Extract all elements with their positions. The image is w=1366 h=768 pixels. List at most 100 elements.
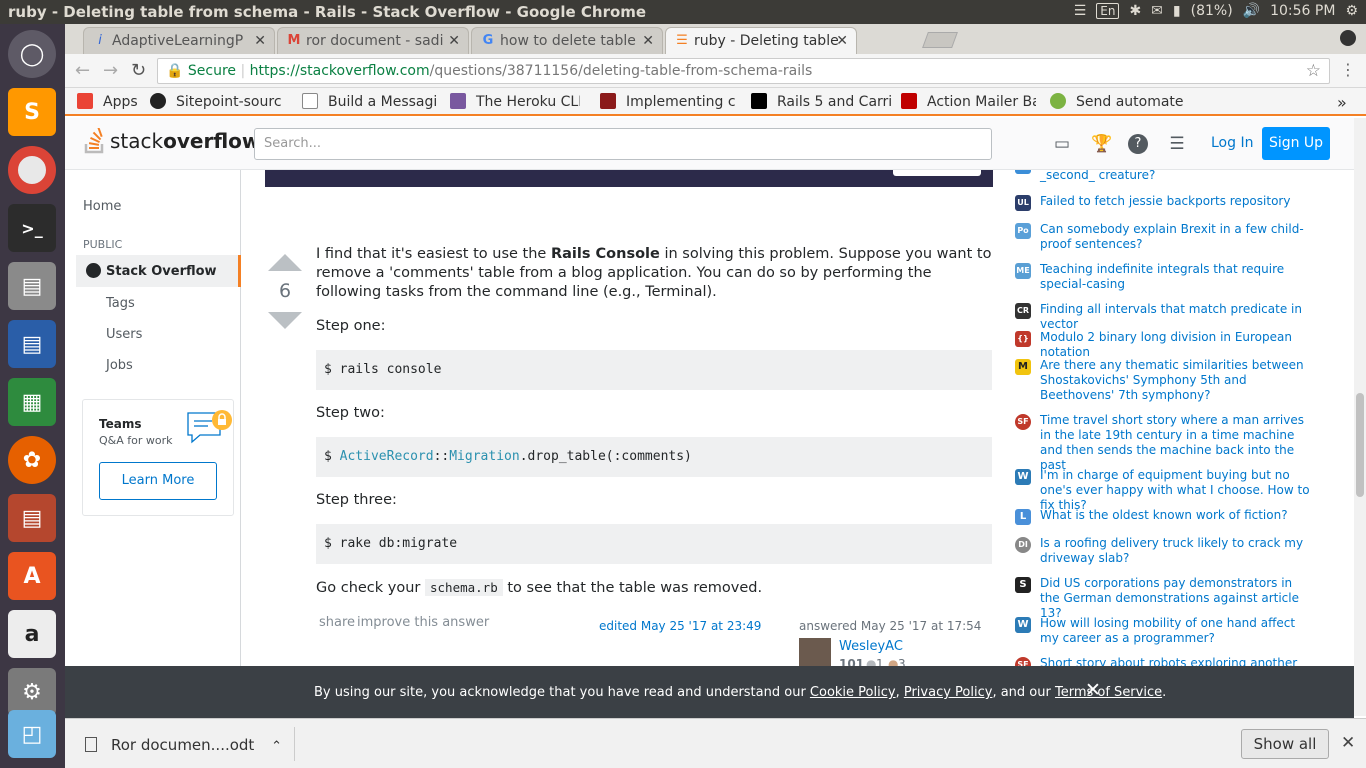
- chevron-up-icon[interactable]: ⌃: [271, 739, 282, 754]
- tab-ror-document[interactable]: M ror document - sadi ✕: [277, 27, 469, 54]
- bookmark-sitepoint[interactable]: Sitepoint-sourc: [150, 93, 290, 110]
- page-scrollbar[interactable]: [1354, 118, 1366, 716]
- close-icon[interactable]: ✕: [836, 33, 848, 49]
- settings-gear-icon[interactable]: ⚙: [1345, 3, 1358, 19]
- nav-home[interactable]: Home: [83, 199, 121, 214]
- hot-question-link[interactable]: What is the oldest known work of fiction…: [1040, 508, 1310, 523]
- ad-banner[interactable]: [265, 170, 993, 187]
- keyboard-language[interactable]: En: [1096, 3, 1120, 19]
- ad-banner-button[interactable]: [893, 170, 981, 176]
- close-icon[interactable]: ✕: [1341, 733, 1355, 753]
- bookmark-implementing[interactable]: Implementing c: [600, 93, 735, 110]
- hot-question-link[interactable]: I'm in charge of equipment buying but no…: [1040, 468, 1310, 513]
- show-all-button[interactable]: Show all: [1241, 729, 1329, 759]
- amazon-icon[interactable]: a: [8, 610, 56, 658]
- hot-question-link[interactable]: Time travel short story where a man arri…: [1040, 413, 1310, 473]
- software-center-icon[interactable]: A: [8, 552, 56, 600]
- so-logo[interactable]: stackoverflow: [84, 128, 260, 154]
- nav-users[interactable]: Users: [106, 327, 142, 342]
- hot-question-link[interactable]: Modulo 2 binary long division in Europea…: [1040, 330, 1310, 360]
- system-settings-icon[interactable]: ⚙: [8, 668, 56, 716]
- chrome-icon[interactable]: [8, 146, 56, 194]
- sublime-text-icon[interactable]: S: [8, 88, 56, 136]
- bookmarks-bar: Apps Sitepoint-sourc Build a Messagi The…: [65, 88, 1366, 116]
- improve-answer-link[interactable]: improve this answer: [357, 615, 489, 630]
- nav-stack-overflow[interactable]: Stack Overflow: [76, 255, 241, 287]
- close-icon[interactable]: ✕: [254, 33, 266, 49]
- files-icon[interactable]: ▤: [8, 262, 56, 310]
- learn-more-button[interactable]: Learn More: [99, 462, 217, 500]
- hot-question-link[interactable]: Did US corporations pay demonstrators in…: [1040, 576, 1310, 621]
- help-icon[interactable]: ?: [1128, 134, 1148, 154]
- workspaces-icon[interactable]: ◰: [8, 710, 56, 758]
- hot-question-link[interactable]: Teaching indefinite integrals that requi…: [1040, 262, 1310, 292]
- close-icon[interactable]: ✕: [1085, 679, 1101, 701]
- answer-outro: Go check your schema.rb to see that the …: [316, 578, 992, 598]
- tab-how-to-delete[interactable]: G how to delete table ✕: [471, 27, 663, 54]
- hot-question-link[interactable]: Finding all intervals that match predica…: [1040, 302, 1310, 332]
- back-arrow-icon[interactable]: ←: [75, 60, 90, 81]
- stack-exchange-icon[interactable]: ☰: [1167, 134, 1187, 154]
- bookmark-apps[interactable]: Apps: [77, 93, 147, 110]
- nav-jobs[interactable]: Jobs: [106, 358, 133, 373]
- bookmark-heroku-cli[interactable]: The Heroku CLI: [450, 93, 580, 110]
- scrollbar-thumb[interactable]: [1356, 393, 1364, 497]
- download-item[interactable]: Ror documen....odt ⌃: [85, 736, 282, 754]
- site-search-input[interactable]: Search...: [254, 128, 992, 160]
- edited-timestamp[interactable]: edited May 25 '17 at 23:49: [599, 619, 761, 633]
- bookmark-build-messaging[interactable]: Build a Messagi: [302, 93, 437, 110]
- tab-adaptive-learning[interactable]: i AdaptiveLearningP ✕: [83, 27, 275, 54]
- volume-icon[interactable]: 🔊: [1243, 3, 1260, 19]
- hot-question-link[interactable]: How will losing mobility of one hand aff…: [1040, 616, 1310, 646]
- upvote-arrow-icon[interactable]: [268, 254, 302, 271]
- impress-icon[interactable]: ▤: [8, 494, 56, 542]
- bookmark-action-mailer[interactable]: Action Mailer Ba: [901, 93, 1036, 110]
- url-field[interactable]: 🔒 Secure | https://stackoverflow.com/que…: [157, 58, 1330, 84]
- nav-tags[interactable]: Tags: [106, 296, 135, 311]
- hot-question-link[interactable]: Is a roofing delivery truck likely to cr…: [1040, 536, 1310, 566]
- writer-icon[interactable]: ▤: [8, 320, 56, 368]
- reload-icon[interactable]: ↻: [131, 60, 146, 81]
- bluetooth-icon[interactable]: ✱: [1129, 3, 1141, 19]
- forward-arrow-icon[interactable]: →: [103, 60, 118, 81]
- firefox-icon[interactable]: ✿: [8, 436, 56, 484]
- inbox-icon[interactable]: ▭: [1052, 134, 1072, 154]
- ubuntu-dash-icon[interactable]: ◯: [8, 30, 56, 78]
- bookmark-send-automated[interactable]: Send automate: [1050, 93, 1190, 110]
- hot-question-link[interactable]: Can somebody explain Brexit in a few chi…: [1040, 222, 1310, 252]
- close-icon[interactable]: ✕: [642, 33, 654, 49]
- hot-question-link[interactable]: Short story about robots exploring anoth…: [1040, 656, 1310, 666]
- user-avatar[interactable]: [799, 638, 831, 666]
- share-link[interactable]: share: [319, 615, 355, 630]
- bookmark-rails5[interactable]: Rails 5 and Carri: [751, 93, 891, 110]
- login-link[interactable]: Log In: [1211, 135, 1253, 151]
- mail-icon[interactable]: ✉: [1151, 3, 1163, 19]
- new-tab-button[interactable]: [922, 32, 958, 48]
- so-topbar: stackoverflow Search... ▭ 🏆 ? ☰ Log In S…: [65, 118, 1354, 170]
- terms-of-service-link[interactable]: Terms of Service: [1055, 685, 1162, 700]
- cookie-policy-link[interactable]: Cookie Policy: [810, 685, 896, 700]
- clock[interactable]: 10:56 PM: [1270, 3, 1335, 19]
- bookmark-star-icon[interactable]: ☆: [1306, 61, 1321, 81]
- downvote-arrow-icon[interactable]: [268, 312, 302, 329]
- profile-icon[interactable]: [1340, 30, 1356, 46]
- user-name-link[interactable]: WesleyAC: [839, 639, 903, 654]
- more-bookmarks-chevron-icon[interactable]: »: [1337, 93, 1347, 112]
- hot-question-link[interactable]: Failed to fetch jessie backports reposit…: [1040, 194, 1310, 209]
- hot-question-link[interactable]: Are there any thematic similarities betw…: [1040, 358, 1310, 403]
- battery-level[interactable]: (81%): [1191, 3, 1233, 19]
- terminal-icon[interactable]: >_: [8, 204, 56, 252]
- site-icon: DI: [1015, 537, 1031, 553]
- close-icon[interactable]: ✕: [448, 33, 460, 49]
- privacy-policy-link[interactable]: Privacy Policy: [904, 685, 993, 700]
- code-type: Migration: [449, 449, 520, 464]
- wifi-icon[interactable]: ☰: [1074, 3, 1087, 19]
- achievements-trophy-icon[interactable]: 🏆: [1091, 134, 1112, 154]
- tab-ruby-deleting-table[interactable]: ☰ ruby - Deleting table ✕: [665, 27, 857, 54]
- hot-question-link[interactable]: _second_ creature?: [1040, 170, 1310, 183]
- calc-icon[interactable]: ▦: [8, 378, 56, 426]
- hot-network-questions: _second_ creature? UL Failed to fetch je…: [1010, 170, 1354, 666]
- battery-icon[interactable]: ▮: [1173, 3, 1181, 19]
- signup-button[interactable]: Sign Up: [1262, 127, 1330, 160]
- chrome-menu-icon[interactable]: ⋮: [1340, 60, 1356, 79]
